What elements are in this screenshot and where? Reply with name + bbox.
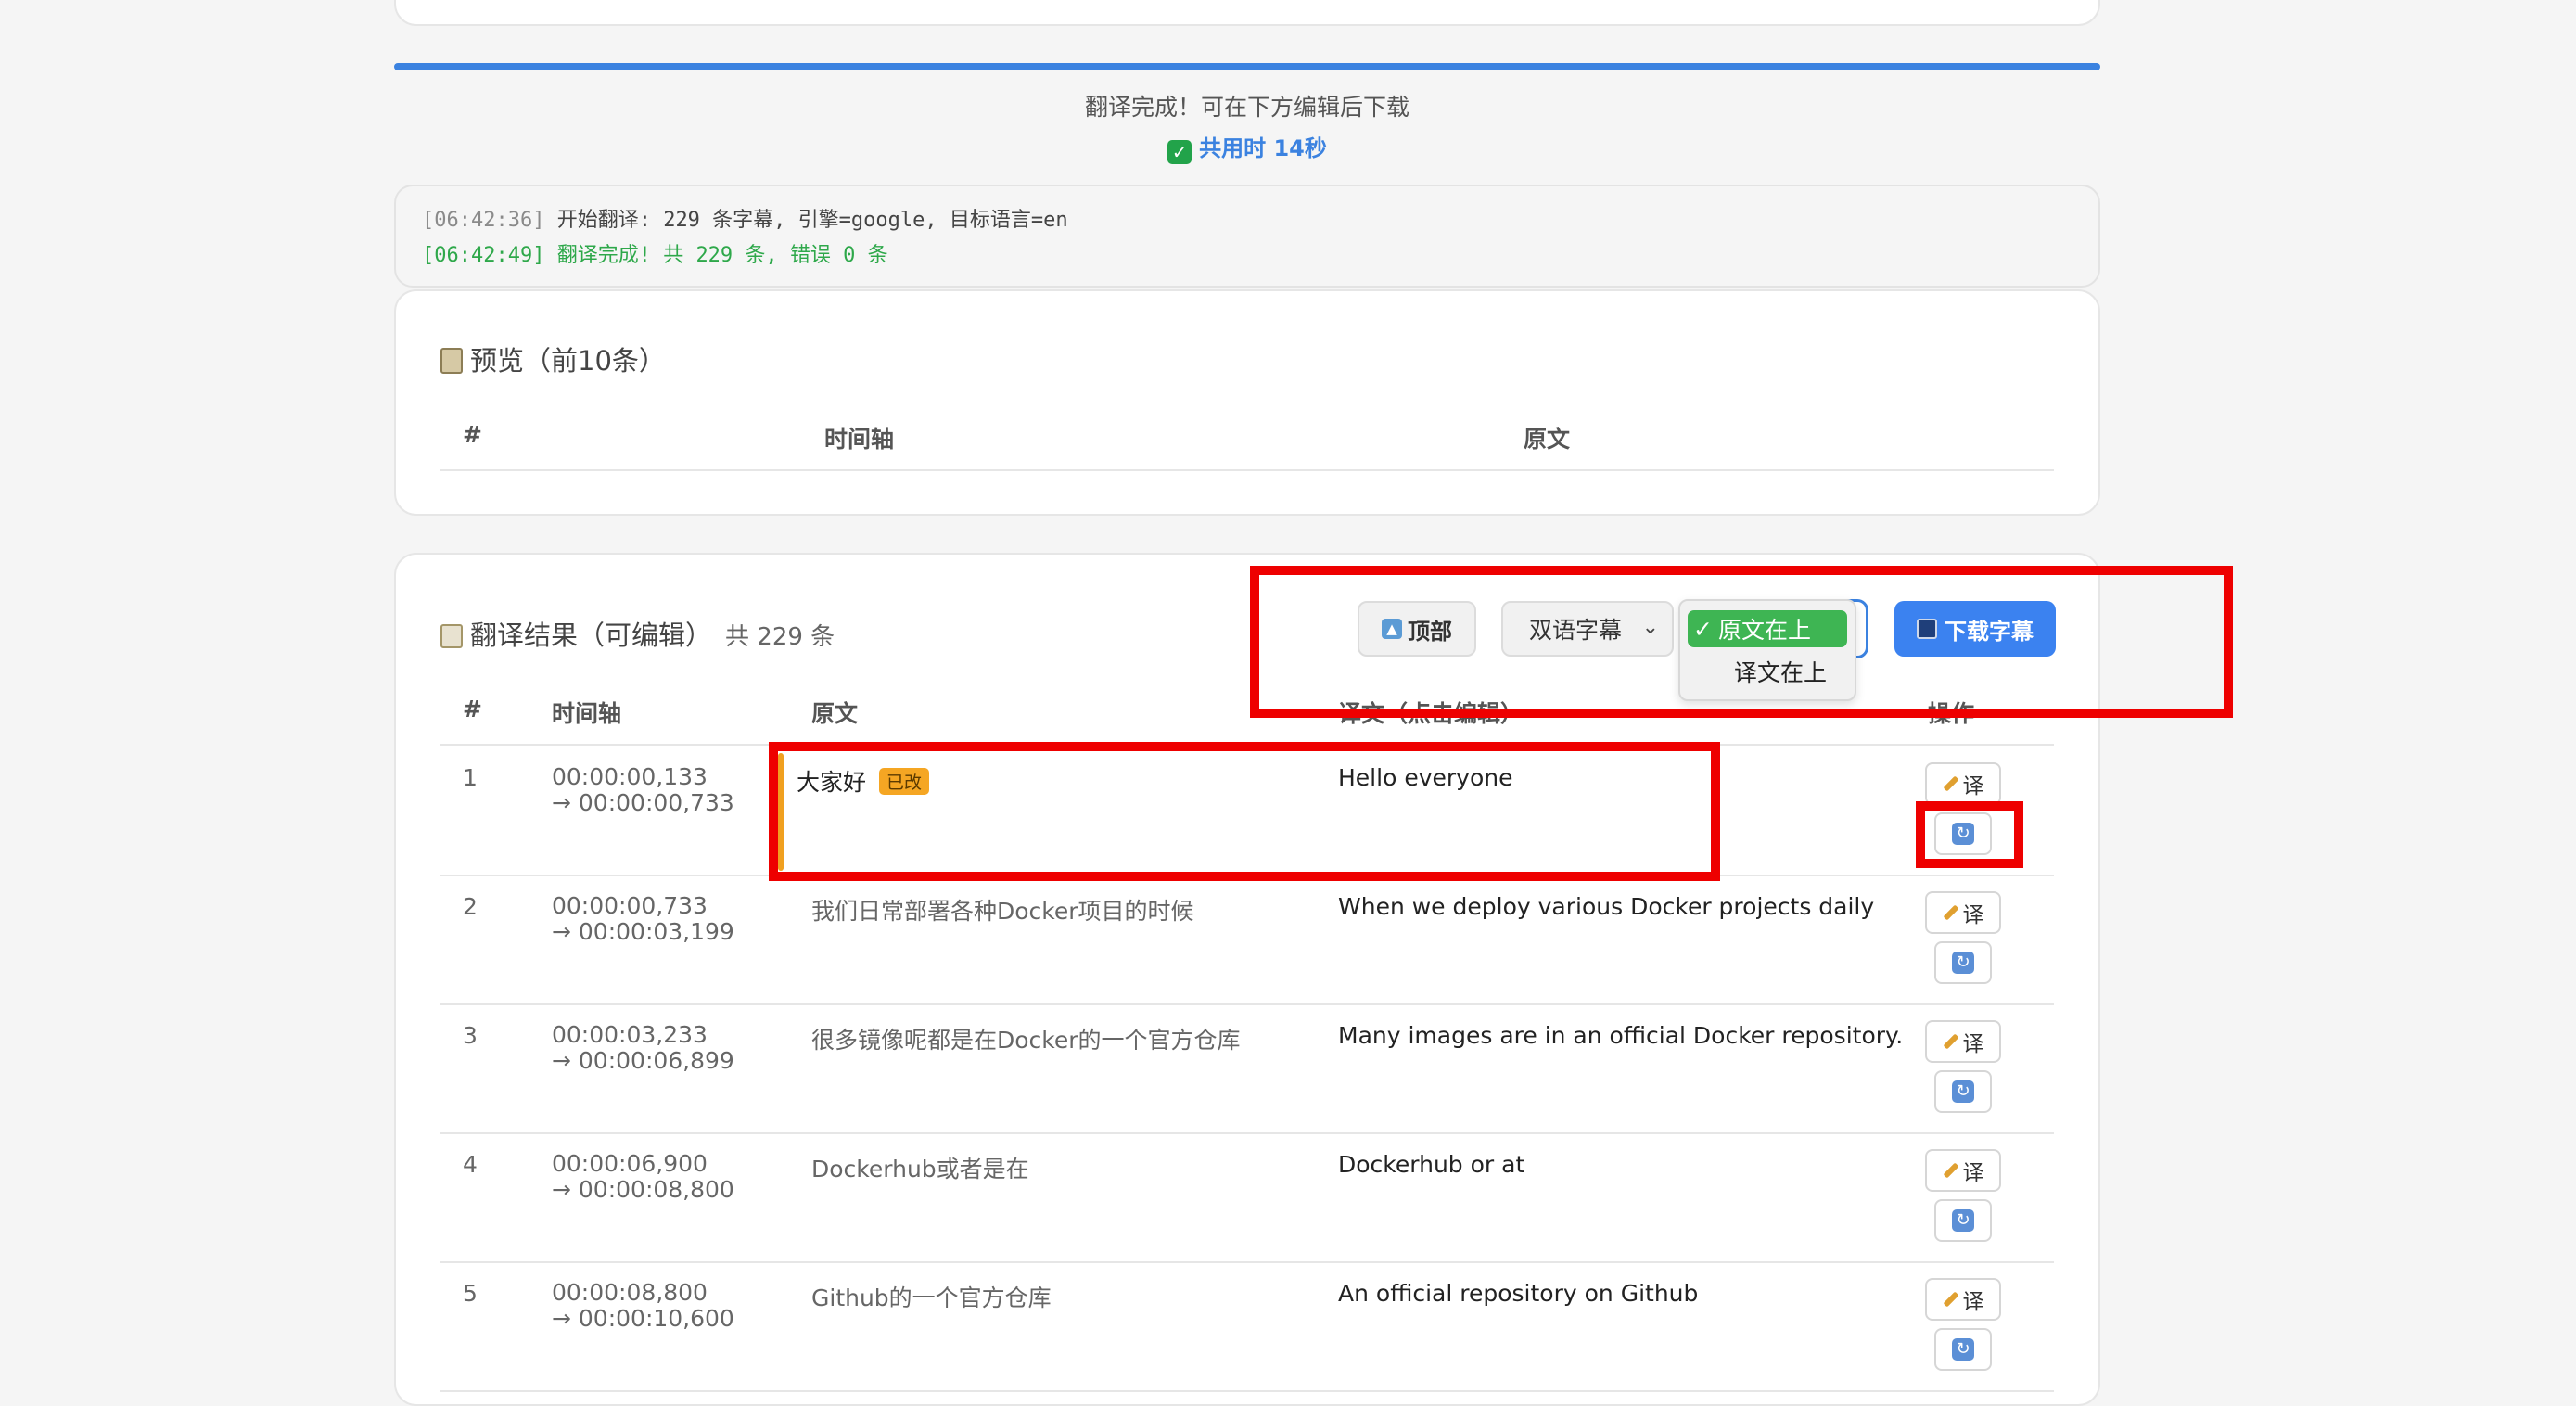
memo-icon — [440, 624, 463, 648]
row-number: 2 — [463, 893, 478, 920]
retranslate-label: 译 — [1962, 1032, 1984, 1056]
col-time: 时间轴 — [552, 700, 622, 727]
row-end: → 00:00:08,800 — [552, 1176, 734, 1203]
row-source[interactable]: 很多镜像呢都是在Docker的一个官方仓库 — [811, 1022, 1241, 1055]
retranslate-label: 译 — [1962, 1290, 1984, 1314]
retranslate-button[interactable]: 译 — [1925, 891, 2001, 934]
row-timecode: 00:00:08,800 → 00:00:10,600 — [552, 1280, 734, 1332]
row-translation[interactable]: Dockerhub or at — [1338, 1151, 1524, 1178]
row-number: 1 — [463, 764, 478, 791]
row-start: 00:00:06,900 — [552, 1150, 708, 1177]
row-timecode: 00:00:03,233 → 00:00:06,899 — [552, 1022, 734, 1074]
progress-bar — [394, 63, 2100, 70]
row-translation[interactable]: Many images are in an official Docker re… — [1338, 1022, 1903, 1049]
log-timestamp: [06:42:49] — [422, 244, 545, 267]
results-title: 翻译结果（可编辑） 共 229 条 — [440, 614, 835, 653]
log-timestamp: [06:42:36] — [422, 209, 545, 232]
annotation-box-toolbar — [1250, 566, 2233, 718]
row-source[interactable]: Github的一个官方仓库 — [811, 1280, 1052, 1313]
row-start: 00:00:00,133 — [552, 763, 708, 790]
refresh-icon: ↻ — [1952, 1080, 1974, 1103]
row-timecode: 00:00:06,900 → 00:00:08,800 — [552, 1151, 734, 1203]
reset-button[interactable]: ↻ — [1934, 1199, 1992, 1242]
refresh-icon: ↻ — [1952, 1338, 1974, 1361]
log-line: [06:42:36] 开始翻译: 229 条字幕, 引擎=google, 目标语… — [422, 203, 2072, 238]
annotation-box-reset-button — [1916, 801, 2023, 868]
retranslate-label: 译 — [1962, 1161, 1984, 1185]
log-line: [06:42:49] 翻译完成! 共 229 条, 错误 0 条 — [422, 238, 2072, 274]
retranslate-label: 译 — [1962, 774, 1984, 799]
col-num: # — [463, 696, 482, 722]
check-icon: ✓ — [1167, 140, 1192, 164]
retranslate-button[interactable]: 译 — [1925, 1278, 2001, 1321]
clipboard-icon — [440, 348, 463, 374]
preview-title: 预览（前10条） — [440, 339, 666, 378]
elapsed-time-text: ✓ 共用时 14秒 — [394, 130, 2100, 164]
pencil-icon — [1943, 1162, 1958, 1179]
row-source[interactable]: Dockerhub或者是在 — [811, 1151, 1029, 1184]
reset-button[interactable]: ↻ — [1934, 1070, 1992, 1113]
row-end: → 00:00:00,733 — [552, 789, 734, 816]
reset-button[interactable]: ↻ — [1934, 941, 1992, 984]
results-count: 共 229 条 — [725, 623, 835, 651]
retranslate-button[interactable]: 译 — [1925, 1149, 2001, 1192]
row-timecode: 00:00:00,733 → 00:00:03,199 — [552, 893, 734, 945]
table-row: 2 00:00:00,733 → 00:00:03,199 我们日常部署各种Do… — [440, 875, 2054, 1005]
retranslate-button[interactable]: 译 — [1925, 762, 2001, 805]
row-number: 5 — [463, 1280, 478, 1307]
pencil-icon — [1943, 775, 1958, 792]
row-number: 4 — [463, 1151, 478, 1178]
row-end: → 00:00:03,199 — [552, 918, 734, 945]
table-row: 4 00:00:06,900 → 00:00:08,800 Dockerhub或… — [440, 1132, 2054, 1263]
row-timecode: 00:00:00,133 → 00:00:00,733 — [552, 764, 734, 816]
refresh-icon: ↻ — [1952, 952, 1974, 974]
pencil-icon — [1943, 904, 1958, 921]
row-translation[interactable]: When we deploy various Docker projects d… — [1338, 893, 1874, 920]
row-number: 3 — [463, 1022, 478, 1049]
retranslate-label: 译 — [1962, 903, 1984, 927]
reset-button[interactable]: ↻ — [1934, 1328, 1992, 1371]
log-box: [06:42:36] 开始翻译: 229 条字幕, 引擎=google, 目标语… — [394, 185, 2100, 288]
table-row: 3 00:00:03,233 → 00:00:06,899 很多镜像呢都是在Do… — [440, 1003, 2054, 1134]
retranslate-button[interactable]: 译 — [1925, 1020, 2001, 1063]
col-source: 原文 — [811, 700, 859, 727]
annotation-box-modified-row — [769, 742, 1720, 881]
row-start: 00:00:00,733 — [552, 892, 708, 919]
top-card — [394, 0, 2100, 26]
preview-col-time: 时间轴 — [824, 426, 895, 453]
pencil-icon — [1943, 1033, 1958, 1050]
log-message: 开始翻译: 229 条字幕, 引擎=google, 目标语言=en — [556, 209, 1068, 232]
preview-title-label: 预览（前10条） — [470, 345, 666, 377]
results-title-label: 翻译结果（可编辑） — [470, 620, 713, 651]
preview-divider — [440, 469, 2054, 471]
table-row: 5 00:00:08,800 → 00:00:10,600 Github的一个官… — [440, 1261, 2054, 1392]
log-message: 翻译完成! 共 229 条, 错误 0 条 — [556, 244, 888, 267]
row-source[interactable]: 我们日常部署各种Docker项目的时候 — [811, 893, 1194, 927]
translation-complete-text: 翻译完成！可在下方编辑后下载 — [1084, 94, 1409, 121]
elapsed-time-label: 共用时 14秒 — [1199, 135, 1327, 161]
row-start: 00:00:08,800 — [552, 1279, 708, 1306]
row-end: → 00:00:06,899 — [552, 1047, 734, 1074]
pencil-icon — [1943, 1291, 1958, 1308]
row-translation[interactable]: An official repository on Github — [1338, 1280, 1698, 1307]
refresh-icon: ↻ — [1952, 1209, 1974, 1232]
row-end: → 00:00:10,600 — [552, 1305, 734, 1332]
preview-card: 预览（前10条） # 时间轴 原文 — [394, 289, 2100, 516]
row-start: 00:00:03,233 — [552, 1021, 708, 1048]
preview-col-num: # — [463, 421, 482, 448]
preview-col-source: 原文 — [1524, 426, 1571, 453]
